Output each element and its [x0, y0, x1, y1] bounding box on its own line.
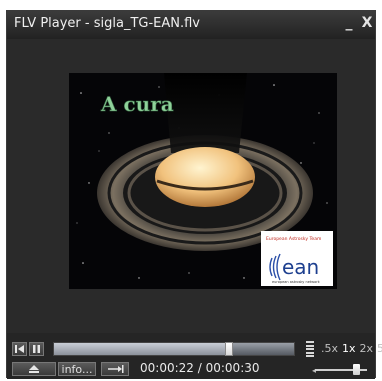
video-scene: A cura European Astrosky Team ean europe… [69, 73, 337, 289]
speed-options: .5x 1x 2x 5 [321, 342, 382, 355]
seek-bar-fill [54, 343, 229, 355]
player-window: FLV Player - sigla_TG-EAN.flv _ X A cura… [6, 10, 382, 379]
logo-main-text: ean [282, 255, 319, 279]
title-bar[interactable]: FLV Player - sigla_TG-EAN.flv _ X [7, 11, 375, 39]
window-title: FLV Player - sigla_TG-EAN.flv [14, 16, 200, 31]
video-area: A cura European Astrosky Team ean europe… [7, 39, 375, 333]
control-bar: .5x 1x 2x 5 info... 00:00:22 / 00:00:30 ◂ [7, 333, 382, 379]
pause-icon [33, 345, 40, 353]
speed-option[interactable]: 1x [342, 342, 356, 355]
speed-option[interactable]: 2x [360, 342, 374, 355]
volume-slider[interactable]: ◂ [311, 363, 369, 375]
ean-logo: European Astrosky Team ean european astr… [261, 231, 333, 286]
seek-bar-handle[interactable] [225, 342, 233, 356]
video-overlay-title: A cura [100, 92, 174, 116]
seek-bar[interactable] [53, 342, 295, 356]
playlist-icon[interactable] [306, 341, 314, 357]
skip-back-icon [15, 345, 24, 353]
shadow-cone [164, 73, 247, 153]
saturn-planet [155, 147, 255, 207]
video-frame[interactable]: A cura European Astrosky Team ean europe… [69, 73, 337, 289]
info-button[interactable]: info... [58, 362, 96, 376]
speed-option[interactable]: 5 [377, 342, 382, 355]
speed-option[interactable]: .5x [321, 342, 338, 355]
volume-handle[interactable] [353, 364, 360, 375]
skip-to-end-button[interactable] [101, 362, 129, 376]
time-separator: / [197, 361, 202, 375]
time-current: 00:00:22 [140, 361, 194, 375]
skip-to-end-icon [108, 365, 124, 373]
skip-back-button[interactable] [12, 342, 27, 356]
time-total: 00:00:30 [205, 361, 260, 375]
logo-sub-text: european astrosky network [272, 280, 321, 284]
pause-button[interactable] [29, 342, 44, 356]
eject-icon [29, 365, 39, 373]
eject-button[interactable] [12, 362, 56, 376]
logo-top-text: European Astrosky Team [266, 236, 321, 242]
time-display: 00:00:22 / 00:00:30 [140, 361, 260, 375]
close-button[interactable]: X [361, 15, 373, 31]
minimize-button[interactable]: _ [343, 15, 355, 31]
